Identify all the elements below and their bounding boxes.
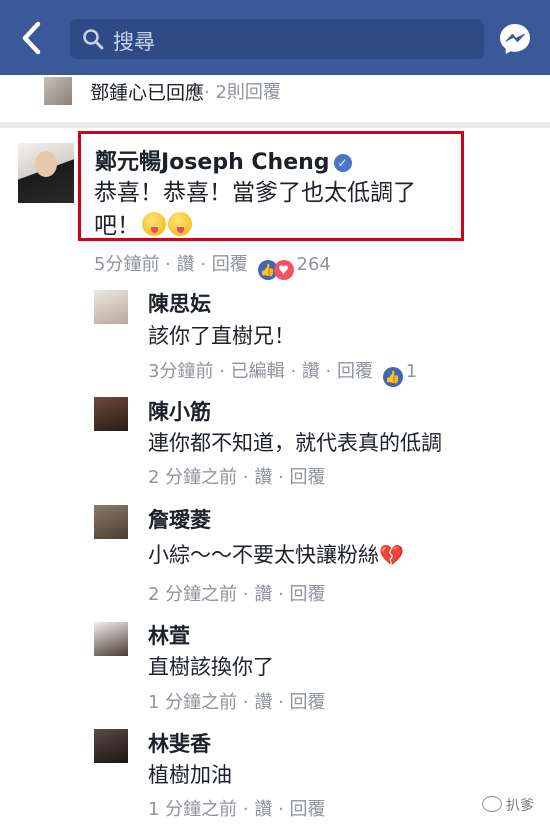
like-link[interactable]: 讚 [177, 254, 195, 275]
avatar[interactable] [18, 143, 74, 203]
reply-meta: 2 分鐘之前 · 讚 · 回覆 [148, 584, 326, 605]
avatar [44, 77, 72, 105]
reply-link[interactable]: 回覆 [290, 467, 326, 488]
avatar[interactable] [94, 290, 128, 324]
search-placeholder: 搜尋 [113, 30, 155, 54]
avatar[interactable] [94, 622, 128, 656]
reply-author[interactable]: 林斐香 [148, 728, 211, 758]
reply-link[interactable]: 回覆 [290, 692, 326, 713]
top-bar: 搜尋 [0, 0, 550, 75]
reply-text: 植樹加油 [148, 763, 232, 787]
reply-link[interactable]: 回覆 [290, 584, 326, 605]
comment-meta: 5分鐘前 · 讚 · 回覆 👍 ♥ 264 [94, 250, 331, 280]
tongue-wink-emoji-icon [142, 212, 166, 236]
reaction-count[interactable]: 264 [297, 254, 331, 275]
reply-meta: 1 分鐘之前 · 讚 · 回覆 [148, 692, 326, 713]
reply-link[interactable]: 回覆 [290, 799, 326, 820]
reply-meta: 3分鐘前 · 已編輯 · 讚 · 回覆 👍 1 [148, 357, 417, 387]
reactions[interactable]: 👍 [382, 365, 403, 387]
reply-author[interactable]: 陳思妘 [148, 288, 211, 318]
messenger-icon [500, 24, 530, 54]
reply-text: 連你都不知道，就代表真的低調 [148, 431, 442, 455]
comment-time: 5分鐘前 [94, 254, 160, 275]
replied-summary-row[interactable]: 鄧鍾心已回應 · 2則回覆 [0, 75, 550, 117]
chevron-left-icon [22, 21, 41, 55]
comment-author[interactable]: 鄭元暢Joseph Cheng [95, 150, 330, 175]
reply-author[interactable]: 陳小筋 [148, 396, 211, 426]
search-icon [83, 29, 104, 50]
heart-icon: ♥ [273, 260, 294, 280]
like-link[interactable]: 讚 [302, 361, 320, 382]
reactions[interactable]: 👍 ♥ [257, 258, 294, 280]
comment-text: 恭喜！恭喜！當爹了也太低調了吧！ [94, 180, 416, 239]
messenger-button[interactable] [498, 22, 532, 56]
thumbs-up-icon: 👍 [382, 367, 403, 387]
avatar[interactable] [94, 729, 128, 763]
avatar[interactable] [94, 397, 128, 431]
broken-heart-icon: 💔 [379, 543, 404, 567]
divider [0, 122, 550, 128]
edited-label: 已編輯 [230, 361, 285, 382]
reply-meta: 1 分鐘之前 · 讚 · 回覆 [148, 799, 326, 820]
watermark: 扒爹 [482, 795, 534, 815]
reply-text: 小綜～～不要太快讓粉絲💔 [148, 543, 404, 567]
reply-text: 該你了直樹兄！ [148, 324, 295, 348]
like-link[interactable]: 讚 [254, 692, 272, 713]
reply-author[interactable]: 林萓 [148, 620, 190, 650]
replied-count[interactable]: · 2則回覆 [204, 78, 281, 104]
verified-badge-icon: ✓ [333, 154, 352, 172]
reply-link[interactable]: 回覆 [212, 254, 248, 275]
like-link[interactable]: 讚 [254, 467, 272, 488]
avatar[interactable] [94, 505, 128, 539]
tongue-wink-emoji-icon [168, 212, 192, 236]
replied-label: 鄧鍾心已回應 [90, 82, 205, 104]
reply-author[interactable]: 詹璦菱 [148, 504, 211, 534]
reply-text: 直樹該換你了 [148, 655, 274, 679]
reaction-count[interactable]: 1 [406, 361, 417, 382]
like-link[interactable]: 讚 [254, 799, 272, 820]
reply-link[interactable]: 回覆 [337, 361, 373, 382]
reply-meta: 2 分鐘之前 · 讚 · 回覆 [148, 467, 326, 488]
search-input[interactable]: 搜尋 [70, 19, 484, 59]
wechat-icon [482, 796, 502, 812]
back-button[interactable] [16, 18, 50, 58]
like-link[interactable]: 讚 [254, 584, 272, 605]
